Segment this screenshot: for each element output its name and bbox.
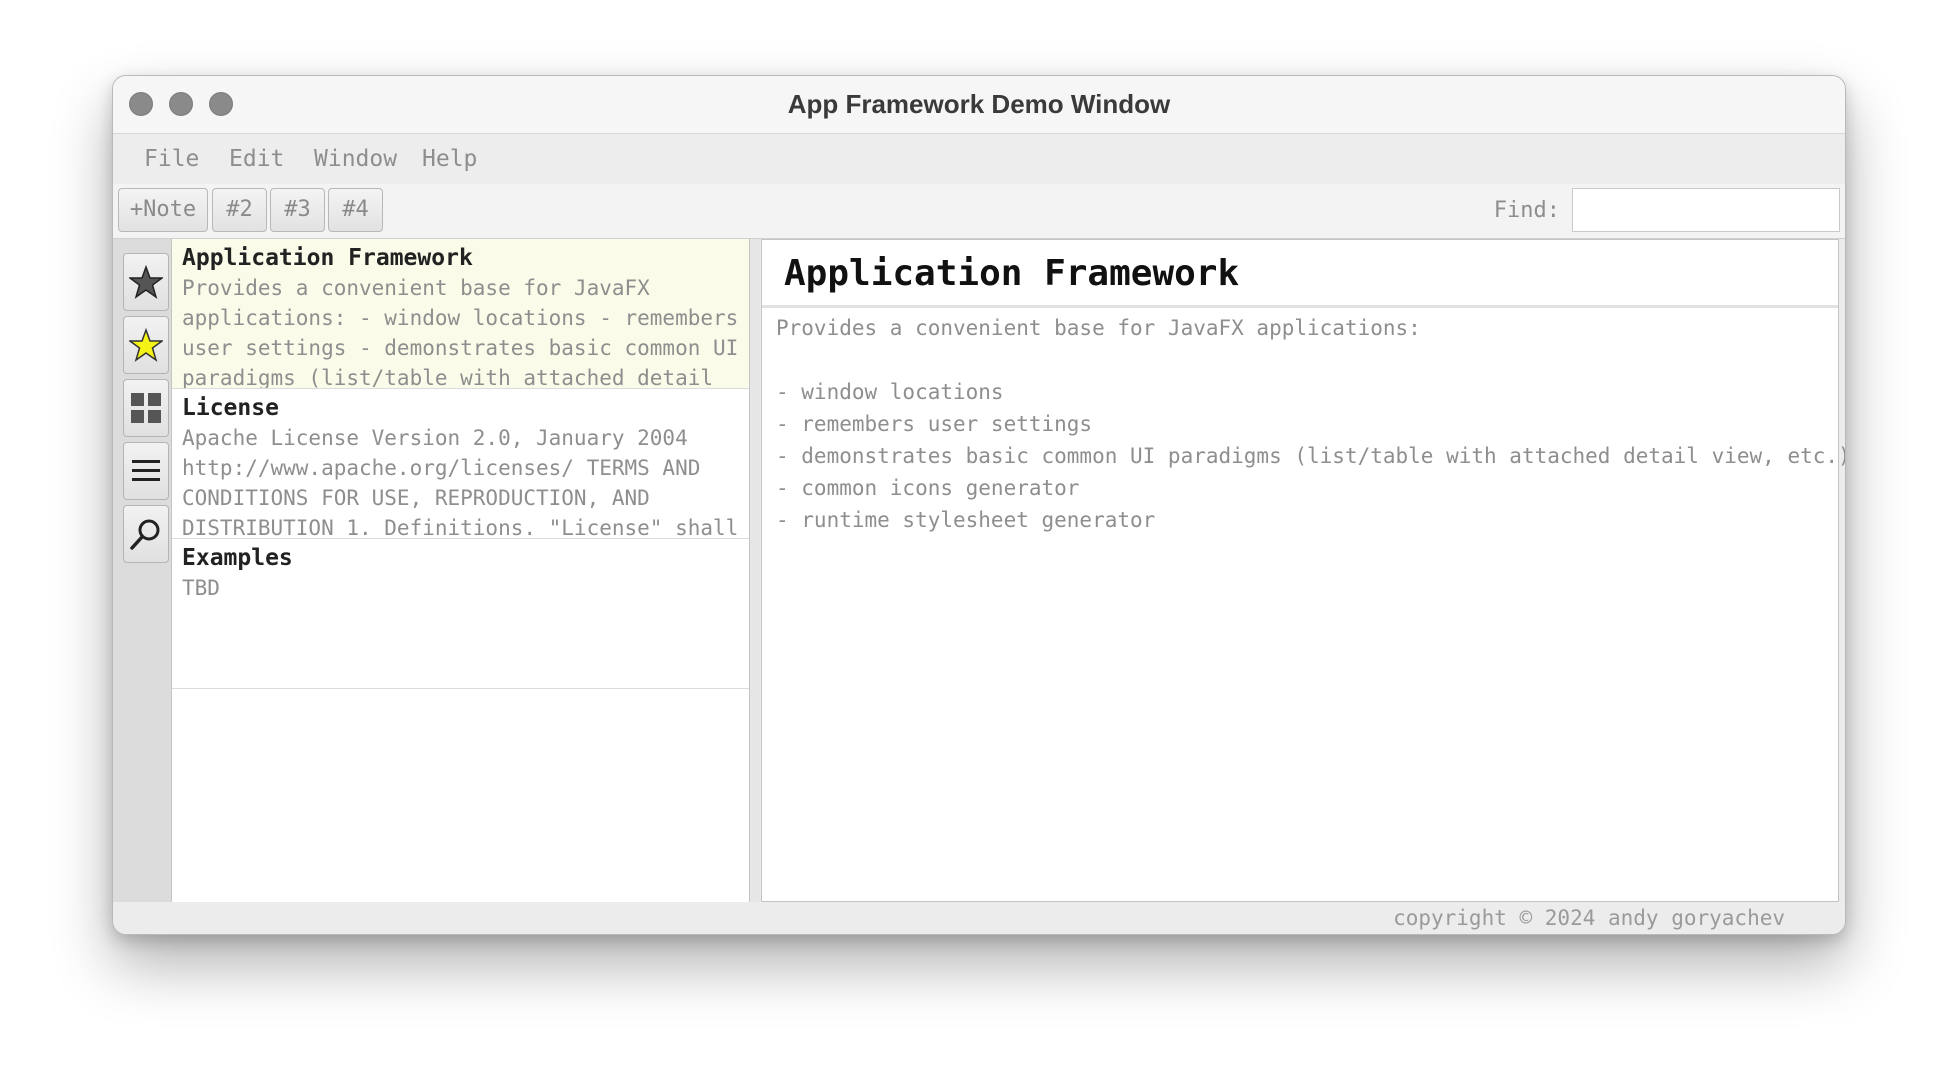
menu-help[interactable]: Help <box>422 134 477 184</box>
star-yellow-icon <box>129 328 163 362</box>
menu-bar: File Edit Window Help <box>113 134 1845 184</box>
detail-body[interactable]: Provides a convenient base for JavaFX ap… <box>776 312 1846 536</box>
list-item[interactable]: Application Framework Provides a conveni… <box>172 239 749 389</box>
title-bar[interactable]: App Framework Demo Window <box>113 76 1845 134</box>
copyright-text: copyright © 2024 andy goryachev <box>1393 906 1785 930</box>
detail-pane[interactable]: Application Framework Provides a conveni… <box>761 239 1846 902</box>
list-item[interactable]: License Apache License Version 2.0, Janu… <box>172 389 749 539</box>
tab-3-button[interactable]: #3 <box>270 188 325 232</box>
tab-4-button[interactable]: #4 <box>328 188 383 232</box>
sidebar-grid-button[interactable] <box>123 379 169 437</box>
list-item-body: TBD <box>182 576 220 600</box>
add-note-button[interactable]: +Note <box>118 188 208 232</box>
status-bar: copyright © 2024 andy goryachev <box>113 902 1845 934</box>
tab-2-button[interactable]: #2 <box>212 188 267 232</box>
toolbar: +Note #2 #3 #4 Find: <box>113 184 1845 239</box>
window-title: App Framework Demo Window <box>787 89 1171 119</box>
sidebar-favorites-button[interactable] <box>123 253 169 311</box>
list-item-title: Examples <box>182 545 293 571</box>
detail-line: - window locations <box>776 380 1004 404</box>
menu-edit[interactable]: Edit <box>229 134 284 184</box>
menu-file[interactable]: File <box>144 134 199 184</box>
split-pane-divider[interactable] <box>750 239 760 902</box>
list-item-body: Provides a convenient base for JavaFX ap… <box>182 276 739 389</box>
find-input[interactable] <box>1572 188 1840 232</box>
menu-window[interactable]: Window <box>314 134 397 184</box>
detail-line <box>776 344 1828 376</box>
sidebar-starred-button[interactable] <box>123 316 169 374</box>
detail-line: - remembers user settings <box>776 412 1093 436</box>
detail-line: - runtime stylesheet generator <box>776 508 1156 532</box>
detail-title: Application Framework <box>762 240 1838 308</box>
list-lines-icon <box>132 460 160 481</box>
grid-icon <box>131 393 161 423</box>
detail-line: - demonstrates basic common UI paradigms… <box>776 444 1846 468</box>
notes-list[interactable]: Application Framework Provides a conveni… <box>172 239 750 902</box>
star-outline-icon <box>129 265 163 299</box>
sidebar-search-button[interactable] <box>123 505 169 563</box>
list-item-body: Apache License Version 2.0, January 2004… <box>182 426 739 539</box>
app-window: App Framework Demo Window File Edit Wind… <box>112 75 1846 935</box>
sidebar-list-button[interactable] <box>123 442 169 500</box>
list-item-title: License <box>182 395 279 421</box>
sidebar <box>113 239 172 902</box>
find-label: Find: <box>1493 198 1560 223</box>
detail-line: Provides a convenient base for JavaFX ap… <box>776 316 1421 340</box>
list-item-title: Application Framework <box>182 245 473 271</box>
list-item[interactable]: Examples TBD <box>172 539 749 689</box>
detail-line: - common icons generator <box>776 476 1080 500</box>
search-icon <box>130 519 160 550</box>
